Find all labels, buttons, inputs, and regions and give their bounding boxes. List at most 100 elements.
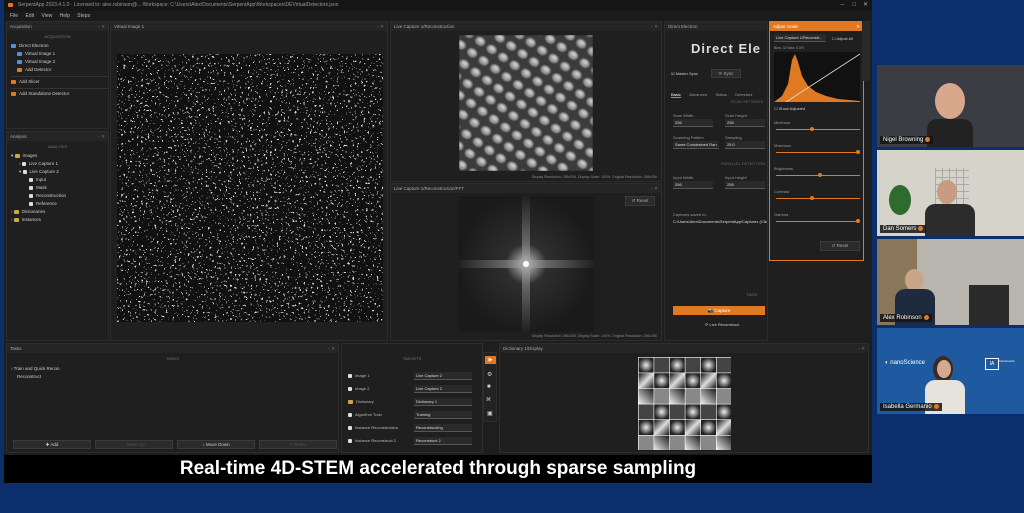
menu-help[interactable]: Help	[60, 13, 70, 19]
acq-item-virtual-image-2[interactable]: Virtual Image 2	[11, 58, 108, 66]
slider-contrast-knob[interactable]	[810, 196, 814, 200]
close-icon[interactable]: ▫ ✕	[98, 132, 105, 141]
slider-contrast[interactable]	[776, 198, 860, 199]
add-task-button[interactable]: ✚ Add	[13, 440, 91, 449]
tree-input[interactable]: Input	[11, 176, 108, 184]
close-icon[interactable]: ▫ ✕	[858, 344, 865, 353]
tab-basic[interactable]: Basic	[671, 92, 681, 98]
dictionary-atom	[701, 373, 716, 389]
link-icon[interactable]: ⌘	[486, 397, 491, 403]
acq-item-virtual-image-1[interactable]: Virtual Image 1	[11, 50, 108, 58]
close-icon[interactable]: ✕	[856, 22, 860, 31]
slider-maximum-knob[interactable]	[856, 150, 860, 154]
target-select[interactable]: Training	[414, 411, 472, 419]
tree-instances[interactable]: › Instances	[11, 216, 108, 224]
delete-task-button[interactable]: ✕ Delete	[259, 440, 337, 449]
captures-path-link[interactable]: C:\Users\Alex\Documents\SerpentApp\Captu…	[673, 219, 767, 224]
tab-detectors[interactable]: Detectors	[735, 92, 752, 97]
close-icon[interactable]: ▫ ✕	[377, 22, 384, 31]
target-select[interactable]: Dictionary 1	[414, 398, 472, 406]
live-capture-panel: Live Capture 1/Reconstruction ▫ ✕ Display…	[390, 21, 662, 182]
target-select[interactable]: Reconstruct 2	[414, 437, 472, 445]
reconstruction-canvas[interactable]	[459, 35, 593, 171]
target-row: Instance Reconstruct 2	[348, 438, 396, 443]
captures-saved-label: Captures saved to:	[673, 212, 707, 217]
scan-width-field[interactable]: 256	[673, 119, 713, 127]
task-item[interactable]: › Train and Quick Recon	[11, 365, 338, 373]
capture-button[interactable]: 📷 Capture	[673, 306, 765, 315]
caption-banner: Real-time 4D-STEM accelerated through sp…	[4, 455, 872, 483]
slider-minimum-knob[interactable]	[810, 127, 814, 131]
close-icon[interactable]: ▫ ✕	[651, 184, 658, 193]
dictionary-atom	[669, 404, 685, 420]
delete-task-label: Delete	[294, 442, 308, 447]
task-item[interactable]: Reconstruct	[11, 373, 338, 381]
close-icon[interactable]: ▫ ✕	[651, 22, 658, 31]
participant-tile[interactable]: Dan Somers	[877, 150, 1024, 236]
virtual-image-canvas[interactable]	[117, 54, 383, 322]
sync-button[interactable]: ⟳ Sync	[711, 69, 741, 78]
maximize-button[interactable]: □	[852, 0, 856, 11]
slider-maximum[interactable]	[776, 152, 860, 153]
tree-images[interactable]: ▾ Images	[11, 152, 108, 160]
dictionary-atom	[685, 435, 701, 450]
close-button[interactable]: ✕	[863, 0, 868, 11]
close-icon[interactable]: ▫ ✕	[98, 22, 105, 31]
close-icon[interactable]: ▫ ✕	[328, 344, 335, 353]
master-sync-checkbox[interactable]: ☑ Master Sync	[671, 71, 698, 76]
tree-dictionaries[interactable]: › Dictionaries	[11, 208, 108, 216]
add-slicer-button[interactable]: Add Slicer	[11, 76, 108, 86]
target-select[interactable]: Live Capture 2	[414, 385, 472, 393]
move-up-button[interactable]: ↑ Move Up	[95, 440, 173, 449]
side-dock-strip[interactable]	[862, 21, 870, 81]
slider-gamma[interactable]	[776, 221, 860, 222]
acq-item-direct-electron[interactable]: Direct Electron	[11, 42, 108, 50]
sponsor-logo-left: ◐ nanoScience	[885, 360, 925, 366]
move-down-button[interactable]: ↓ Move Down	[177, 440, 255, 449]
add-standalone-detector-button[interactable]: Add Standalone Detector	[11, 88, 108, 98]
slider-brightness-knob[interactable]	[818, 173, 822, 177]
histogram-chart[interactable]	[774, 52, 860, 102]
dictionary-atom	[716, 357, 731, 373]
menu-view[interactable]: View	[41, 13, 52, 19]
scan-settings-heading: SCAN SETTINGS	[730, 99, 763, 104]
target-select[interactable]: Reconstructing	[414, 424, 472, 432]
tab-status[interactable]: Status	[715, 92, 726, 97]
participant-tile[interactable]: Nigel Browning	[877, 65, 1024, 147]
dictionary-atoms-grid[interactable]	[638, 357, 731, 450]
tasks-toolbar: ▶ ⚙ ■ ⌘ ▣	[483, 352, 497, 422]
tree-mask[interactable]: Mask	[11, 184, 108, 192]
participant-tile[interactable]: ◐ nanoScience IA Instruments Isabella Ge…	[877, 328, 1024, 414]
scanning-pattern-select[interactable]: Same Constrained Ran	[673, 141, 719, 149]
dictionary-atom	[701, 404, 716, 420]
live-reconstruct-button[interactable]: ⟳ Live Reconstruct	[705, 322, 739, 327]
target-select[interactable]: Live Capture 2	[414, 372, 472, 380]
menu-steps[interactable]: Steps	[77, 13, 90, 19]
show-adjusted-checkbox[interactable]: ☐ Show Adjusted	[774, 106, 805, 111]
slider-gamma-knob[interactable]	[856, 219, 860, 223]
tree-reconstruction[interactable]: Reconstruction	[11, 192, 108, 200]
add-detector-button[interactable]: Add Detector	[11, 66, 108, 74]
sampling-field[interactable]: 25.0	[725, 141, 765, 149]
tree-live-capture-2[interactable]: ▾ Live Capture 2	[11, 168, 108, 176]
minimize-button[interactable]: –	[841, 0, 844, 11]
input-height-field[interactable]: 256	[725, 181, 765, 189]
scan-height-field[interactable]: 256	[725, 119, 765, 127]
fft-canvas[interactable]	[458, 196, 594, 332]
menu-edit[interactable]: Edit	[25, 13, 34, 19]
tree-reference[interactable]: Reference	[11, 200, 108, 208]
adjust-all-checkbox[interactable]: ☐ Adjust All	[832, 36, 853, 41]
fft-reset-button[interactable]: ↺ Reset	[625, 196, 655, 206]
save-icon[interactable]: ▣	[487, 410, 493, 417]
adjust-source-select[interactable]: Live Capture 1/Reconstr...	[774, 34, 826, 42]
play-icon[interactable]: ▶	[485, 356, 496, 364]
slider-minimum[interactable]	[776, 129, 860, 130]
input-width-field[interactable]: 256	[673, 181, 713, 189]
participant-tile[interactable]: Alex Robinson	[877, 239, 1024, 325]
stop-icon[interactable]: ■	[487, 384, 491, 390]
adjust-reset-button[interactable]: ↺ Reset	[820, 241, 860, 251]
tab-advanced[interactable]: Advanced	[689, 92, 707, 97]
settings-icon[interactable]: ⚙	[487, 371, 492, 378]
tree-live-capture-1[interactable]: › Live Capture 1	[11, 160, 108, 168]
menu-file[interactable]: File	[10, 13, 18, 19]
